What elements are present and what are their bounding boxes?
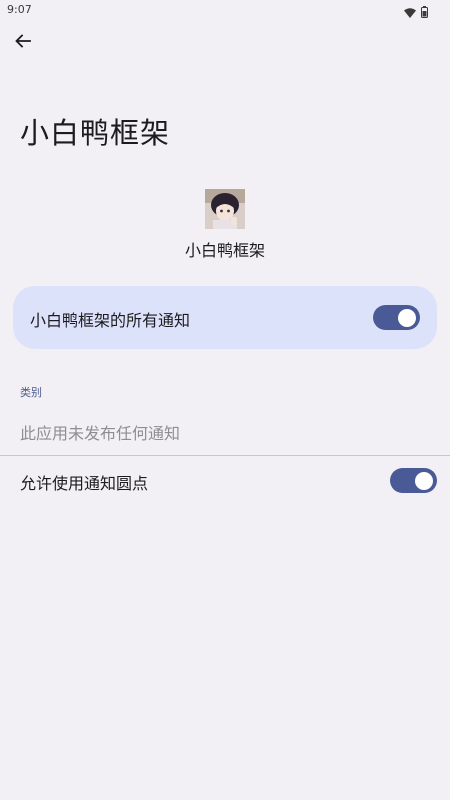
status-time: 9:07 bbox=[7, 3, 32, 16]
all-notifications-label: 小白鸭框架的所有通知 bbox=[30, 311, 191, 330]
notification-dot-row[interactable]: 允许使用通知圆点 bbox=[0, 456, 450, 506]
app-avatar-icon bbox=[205, 189, 245, 229]
notification-dot-label: 允许使用通知圆点 bbox=[20, 474, 149, 493]
battery-icon bbox=[421, 3, 428, 22]
page-title: 小白鸭框架 bbox=[20, 116, 171, 150]
toggle-knob bbox=[415, 471, 433, 490]
category-section-label: 类别 bbox=[20, 386, 42, 399]
arrow-left-icon bbox=[15, 33, 31, 53]
app-name: 小白鸭框架 bbox=[184, 241, 265, 260]
wifi-icon bbox=[404, 3, 416, 22]
all-notifications-row[interactable]: 小白鸭框架的所有通知 bbox=[13, 286, 437, 349]
all-notifications-toggle[interactable] bbox=[373, 305, 420, 330]
status-bar: 9:07 bbox=[0, 0, 450, 20]
notification-dot-toggle[interactable] bbox=[390, 468, 437, 493]
toggle-knob bbox=[398, 308, 416, 327]
status-icons bbox=[404, 3, 428, 22]
no-notifications-text: 此应用未发布任何通知 bbox=[20, 424, 181, 443]
back-button[interactable] bbox=[8, 28, 38, 58]
